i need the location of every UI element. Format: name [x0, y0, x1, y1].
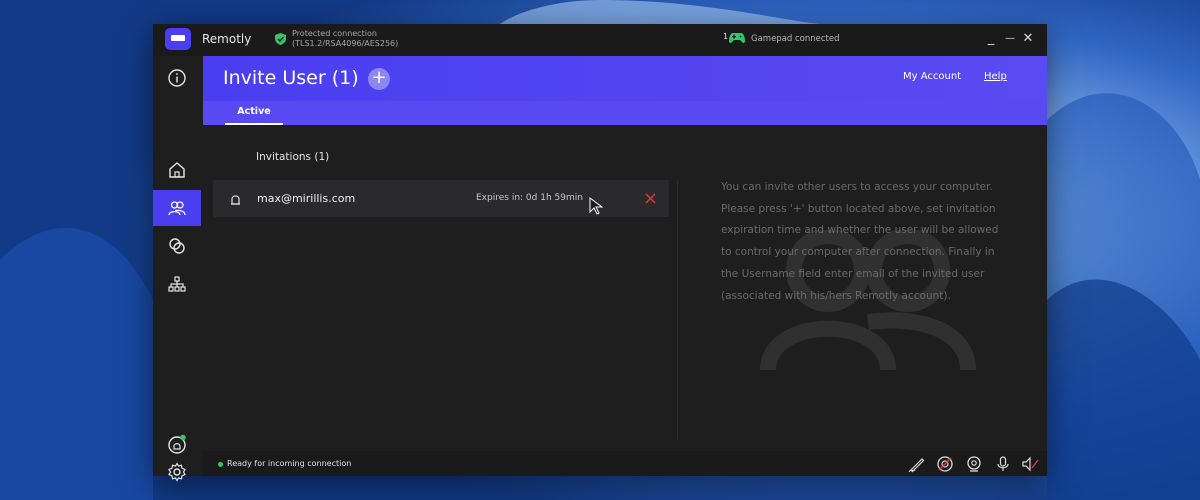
invitation-row[interactable]: max@mirillis.com Expires in: 0d 1h 59min — [213, 180, 669, 217]
add-invitation-button[interactable]: + — [368, 68, 390, 90]
status-text: Ready for incoming connection — [227, 459, 352, 468]
gamepad-status: Gamepad connected — [751, 34, 840, 44]
users-icon — [168, 201, 186, 216]
invitations-title: Invitations (1) — [256, 151, 330, 163]
main-content: Invitations (1) max@mirillis.com Expires… — [203, 125, 1047, 451]
network-icon — [168, 276, 186, 292]
sidebar-item-info[interactable] — [153, 60, 201, 96]
my-account-link[interactable]: My Account — [903, 71, 961, 82]
webcam-icon[interactable] — [965, 455, 983, 473]
remote-control-icon[interactable] — [936, 455, 954, 473]
remotly-logo-icon — [165, 28, 191, 50]
speaker-muted-icon[interactable] — [1021, 455, 1039, 473]
sidebar-item-settings[interactable] — [153, 454, 201, 490]
connection-label: Protected connection — [292, 29, 377, 38]
app-name: Remotly — [202, 32, 252, 46]
mouse-cursor-icon — [589, 197, 603, 215]
shield-check-icon — [275, 33, 286, 45]
maximize-button[interactable]: — — [1001, 30, 1019, 48]
title-bar: Remotly Protected connection (TLS1.2/RSA… — [153, 24, 1047, 56]
gamepad-count: 1 — [723, 32, 729, 41]
account-icon — [168, 434, 186, 454]
page-header: Invite User (1) + My Account Help Active — [203, 56, 1047, 125]
page-title: Invite User (1) — [223, 67, 359, 89]
settings-icon — [168, 462, 186, 482]
sidebar-item-home[interactable] — [153, 152, 201, 188]
sidebar — [153, 56, 201, 482]
status-bar: Ready for incoming connection — [203, 451, 1047, 476]
status-indicator — [218, 462, 223, 467]
user-icon — [231, 195, 240, 205]
pen-icon[interactable] — [908, 455, 926, 473]
connection-info: Protected connection (TLS1.2/RSA4096/AES… — [292, 29, 398, 49]
sidebar-item-network[interactable] — [153, 266, 201, 302]
sidebar-item-users[interactable] — [153, 190, 201, 226]
content-divider — [677, 180, 678, 440]
invitation-expiry: Expires in: 0d 1h 59min — [476, 193, 583, 203]
home-icon — [169, 162, 185, 178]
gamepad-icon — [729, 33, 745, 44]
help-description: You can invite other users to access you… — [721, 181, 999, 302]
close-button[interactable]: ✕ — [1019, 30, 1037, 48]
remotly-window: Remotly Protected connection (TLS1.2/RSA… — [153, 24, 1047, 482]
minimize-button[interactable]: _ — [982, 30, 1000, 48]
tab-bar: Active — [203, 101, 1047, 125]
delete-invitation-icon[interactable] — [645, 193, 656, 204]
connection-cipher: (TLS1.2/RSA4096/AES256) — [292, 39, 399, 48]
sessions-icon — [169, 238, 185, 254]
microphone-icon[interactable] — [994, 455, 1012, 473]
tab-active[interactable]: Active — [225, 101, 283, 125]
help-link[interactable]: Help — [984, 71, 1007, 82]
info-icon — [168, 69, 186, 87]
sidebar-item-sessions[interactable] — [153, 228, 201, 264]
invitation-email: max@mirillis.com — [257, 192, 356, 205]
